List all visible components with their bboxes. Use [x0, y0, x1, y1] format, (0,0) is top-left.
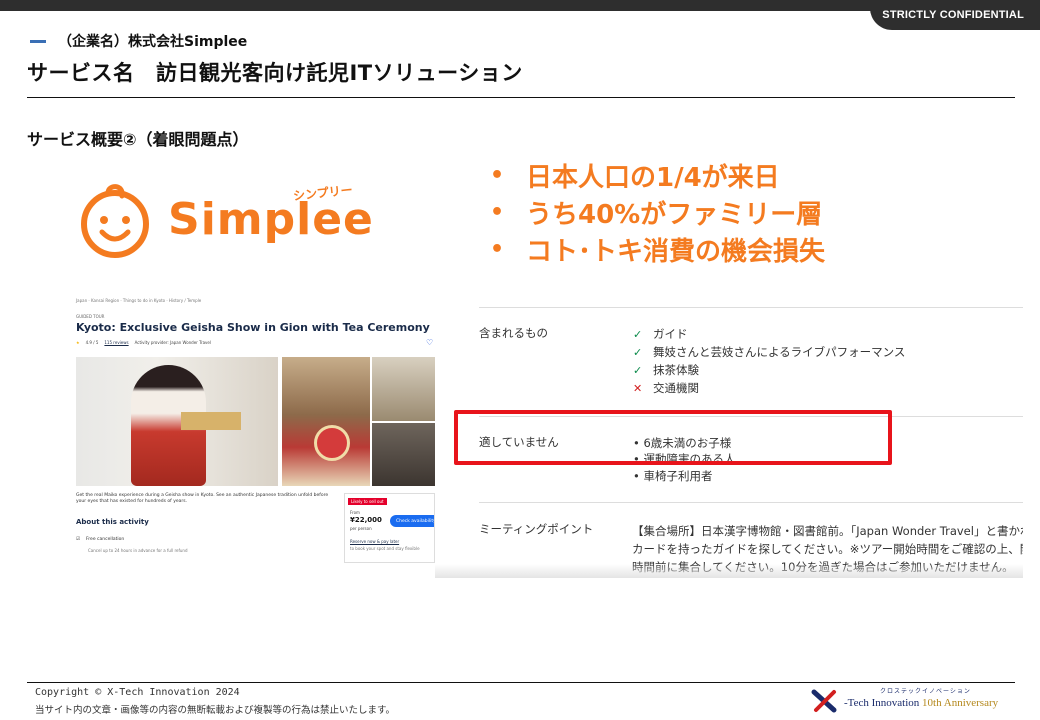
provider: Activity provider: Japan Wonder Travel	[134, 340, 211, 345]
reserve-note: to book your spot and stay flexible	[350, 546, 420, 551]
price-per-person: per person	[350, 526, 372, 531]
key-point-text: 日本人口の1/4が来日	[526, 163, 780, 193]
key-points: • 日本人口の1/4が来日 • うち40%がファミリー層 • コト･トキ消費の機会損失	[490, 157, 825, 268]
confidential-label: STRICTLY CONFIDENTIAL	[882, 9, 1024, 21]
title-divider	[27, 97, 1015, 98]
not-suitable-text: 車椅子利用者	[643, 469, 713, 483]
reserve-link[interactable]: Reserve now & pay later	[350, 539, 399, 544]
page-title: サービス名 訪日観光客向け託児ITソリューション	[27, 61, 523, 85]
key-point-text: うち40%がファミリー層	[526, 200, 823, 230]
reviews-link[interactable]: 115 reviews	[104, 340, 128, 345]
sell-out-badge: Likely to sell out	[348, 498, 387, 505]
photo-audience	[372, 423, 435, 486]
included-item-text: 抹茶体験	[653, 363, 699, 377]
free-cancellation: ☑ Free cancellation	[76, 537, 124, 542]
price: ¥22,000	[350, 516, 382, 524]
free-cancellation-note: Cancel up to 24 hours in advance for a f…	[88, 548, 188, 553]
confidential-tab: STRICTLY CONFIDENTIAL	[870, 0, 1040, 30]
bullet-dot: •	[490, 200, 505, 225]
key-point: • コト･トキ消費の機会損失	[490, 231, 825, 268]
check-icon: ✓	[633, 363, 643, 377]
divider	[479, 502, 1023, 503]
brand-kana: クロステックイノベーション	[880, 688, 971, 695]
key-point-text: コト･トキ消費の機会損失	[526, 237, 826, 267]
accent-dash	[30, 39, 46, 43]
photo-maiko	[76, 357, 278, 486]
tour-tag: GUIDED TOUR	[76, 314, 105, 319]
check-availability-button[interactable]: Check availability	[390, 515, 434, 527]
company-line: （企業名）株式会社Simplee	[30, 31, 247, 51]
photo-obi	[181, 412, 241, 430]
price-from: From	[350, 510, 360, 515]
photo-room	[372, 357, 435, 421]
included-item-text: ガイド	[653, 327, 688, 341]
free-cancellation-label: Free cancellation	[86, 537, 125, 542]
tour-page-screenshot: Japan · Kansai Region · Things to do in …	[76, 296, 435, 576]
key-point: • うち40%がファミリー層	[490, 194, 825, 231]
divider	[479, 307, 1023, 308]
key-point: • 日本人口の1/4が来日	[490, 157, 825, 194]
brand-anniversary: 10th Anniversary	[922, 697, 999, 709]
meeting-label: ミーティングポイント	[479, 522, 594, 536]
bullet-dot: •	[490, 163, 505, 188]
not-suitable-item: • 車椅子利用者	[633, 469, 713, 483]
included-item-text: 舞妓さんと芸妓さんによるライブパフォーマンス	[653, 345, 906, 359]
tour-title: Kyoto: Exclusive Geisha Show in Gion wit…	[76, 321, 430, 334]
section-title: サービス概要②（着眼問題点）	[27, 130, 249, 149]
fan-shape	[314, 425, 350, 461]
included-item: ✓ 舞妓さんと芸妓さんによるライブパフォーマンス	[633, 344, 905, 360]
logo-wordmark: Simplee	[168, 194, 374, 245]
baby-face-icon	[81, 184, 149, 258]
rating-row: ★ 4.9 / 5 115 reviews Activity provider:…	[76, 340, 211, 345]
photo-geisha-fan	[282, 357, 370, 486]
check-icon: ✓	[633, 327, 643, 341]
copyright: Copyright © X-Tech Innovation 2024	[35, 687, 240, 698]
bullet-dot: •	[490, 237, 505, 262]
simplee-logo: Simplee シンプリー	[78, 183, 373, 259]
calendar-check-icon: ☑	[76, 537, 81, 542]
about-heading: About this activity	[76, 518, 149, 526]
screenshot-shade	[435, 564, 1023, 578]
included-label: 含まれるもの	[479, 326, 548, 340]
booking-box: Likely to sell out From ¥22,000 per pers…	[344, 493, 435, 563]
xtech-logo: クロステックイノベーション -Tech Innovation 10th Anni…	[810, 686, 1015, 716]
heart-icon[interactable]: ♡	[426, 338, 433, 347]
highlight-box	[454, 410, 892, 465]
rating-value: 4.9 / 5	[85, 340, 99, 345]
star-icon: ★	[76, 340, 80, 345]
cross-icon: ✕	[633, 381, 643, 395]
brand-name-text: -Tech Innovation	[844, 697, 923, 709]
check-icon: ✓	[633, 345, 643, 359]
footer-divider	[27, 682, 1015, 683]
tour-description: Get the real Maiko experience during a G…	[76, 493, 329, 504]
included-item: ✓ ガイド	[633, 326, 688, 342]
copyright-notice: 当サイト内の文章・画像等の内容の無断転載および複製等の行為は禁止いたします。	[35, 705, 396, 716]
excluded-item: ✕ 交通機関	[633, 380, 699, 396]
company-name: （企業名）株式会社Simplee	[58, 34, 248, 50]
excluded-item-text: 交通機関	[653, 381, 699, 395]
breadcrumb: Japan · Kansai Region · Things to do in …	[76, 298, 202, 303]
brand-name: -Tech Innovation 10th Anniversary	[844, 697, 998, 709]
included-item: ✓ 抹茶体験	[633, 362, 699, 378]
